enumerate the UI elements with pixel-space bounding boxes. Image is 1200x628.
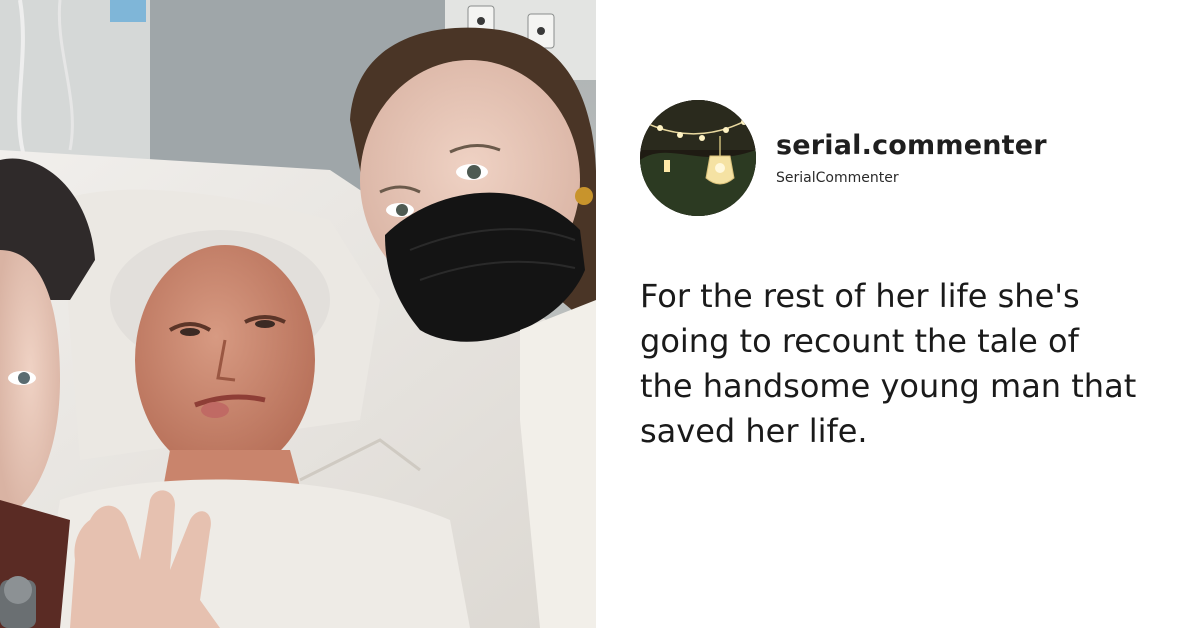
username[interactable]: serial.commenter (776, 129, 1047, 163)
hospital-photo (0, 0, 596, 628)
lantern-avatar-icon (640, 100, 756, 216)
comment-panel: serial.commenter SerialCommenter For the… (640, 100, 1160, 454)
avatar[interactable] (640, 100, 756, 216)
comment-text: For the rest of her life she's going to … (640, 277, 1137, 450)
photo-illustration (0, 0, 596, 628)
name-block: serial.commenter SerialCommenter (776, 129, 1047, 187)
comment-header: serial.commenter SerialCommenter (640, 100, 1160, 216)
comment-card: serial.commenter SerialCommenter For the… (0, 0, 1200, 628)
user-handle[interactable]: SerialCommenter (776, 169, 1047, 187)
